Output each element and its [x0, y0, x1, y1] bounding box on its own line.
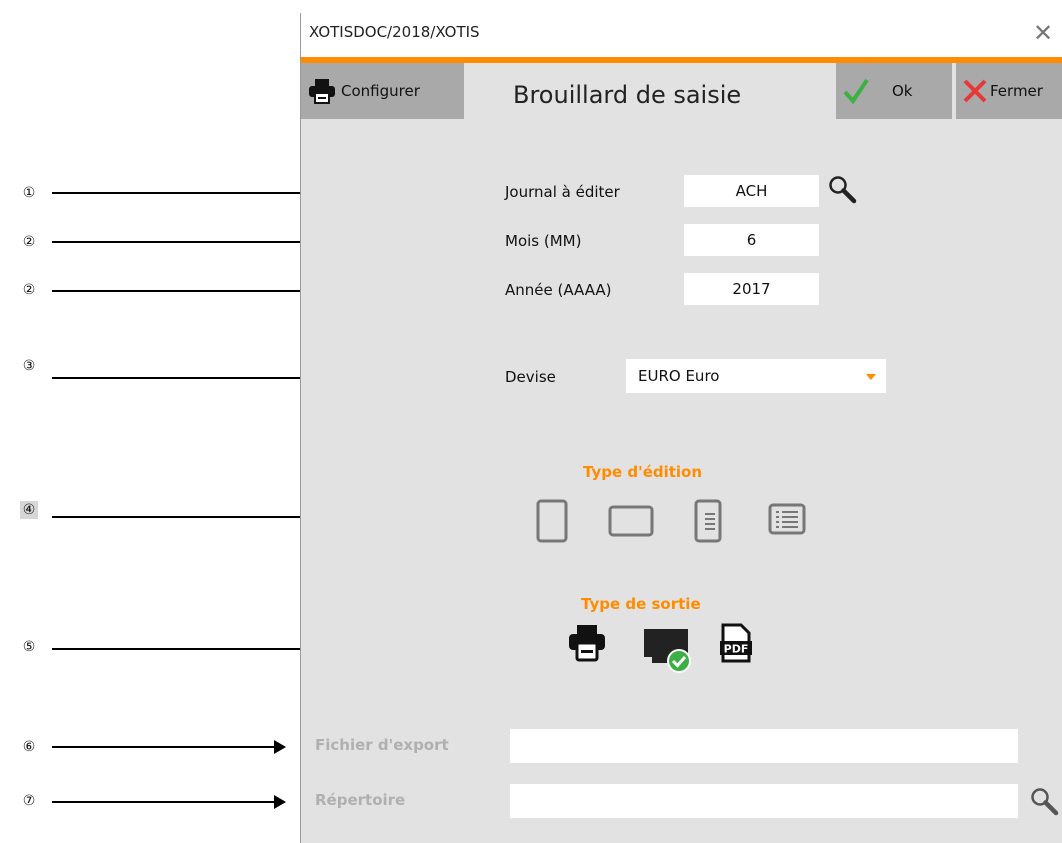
marker-2a: ② — [22, 234, 36, 250]
currency-select[interactable]: EURO Euro — [626, 359, 886, 393]
month-label: Mois (MM) — [505, 232, 582, 250]
title-bar: XOTISDOC/2018/XOTIS ✕ — [301, 13, 1062, 63]
export-file-input[interactable] — [510, 729, 1018, 763]
screen-output-icon[interactable] — [643, 625, 693, 675]
journal-field[interactable]: ACH — [684, 175, 819, 207]
marker-7: ⑦ — [22, 793, 36, 809]
export-file-label: Fichier d'export — [315, 736, 449, 754]
printer-icon — [309, 79, 335, 104]
dialog-window: XOTISDOC/2018/XOTIS ✕ Configurer Ok Ferm… — [300, 13, 1062, 843]
printer-output-icon[interactable] — [567, 623, 607, 663]
ok-button[interactable]: Ok — [836, 63, 952, 119]
landscape-icon[interactable] — [607, 504, 655, 538]
marker-2b: ② — [22, 282, 36, 298]
edition-type-title: Type d'édition — [583, 463, 703, 481]
search-icon[interactable] — [827, 174, 857, 204]
close-label: Fermer — [990, 82, 1043, 100]
currency-label: Devise — [505, 368, 556, 386]
marker-6: ⑥ — [22, 739, 36, 755]
output-type-title: Type de sortie — [581, 595, 701, 613]
marker-3: ③ — [22, 358, 36, 374]
window-close-icon[interactable]: ✕ — [1033, 19, 1053, 47]
portrait-icon[interactable] — [535, 498, 569, 544]
chevron-down-icon — [866, 374, 876, 380]
marker-4: ④ — [20, 501, 38, 519]
marker-5: ⑤ — [22, 639, 36, 655]
currency-value: EURO Euro — [638, 367, 720, 385]
pdf-text: PDF — [724, 643, 749, 656]
year-field[interactable]: 2017 — [684, 273, 819, 305]
pdf-output-icon[interactable]: PDF — [719, 623, 753, 663]
portrait-list-icon[interactable] — [693, 498, 723, 544]
configure-button[interactable]: Configurer — [301, 63, 464, 119]
close-x-icon — [963, 79, 987, 103]
configure-label: Configurer — [341, 82, 420, 100]
directory-input[interactable] — [510, 784, 1018, 818]
page-title: Brouillard de saisie — [513, 81, 742, 109]
ok-label: Ok — [892, 82, 913, 100]
journal-label: Journal à éditer — [505, 183, 620, 201]
arrow-6 — [52, 740, 286, 754]
month-field[interactable]: 6 — [684, 224, 819, 256]
window-title: XOTISDOC/2018/XOTIS — [309, 23, 480, 41]
landscape-list-icon[interactable] — [767, 502, 807, 536]
check-icon — [843, 78, 869, 105]
arrow-7 — [52, 795, 286, 809]
year-label: Année (AAAA) — [505, 281, 612, 299]
marker-1: ① — [22, 185, 36, 201]
close-button[interactable]: Fermer — [956, 63, 1062, 119]
directory-label: Répertoire — [315, 791, 406, 809]
directory-search-icon[interactable] — [1029, 786, 1059, 816]
